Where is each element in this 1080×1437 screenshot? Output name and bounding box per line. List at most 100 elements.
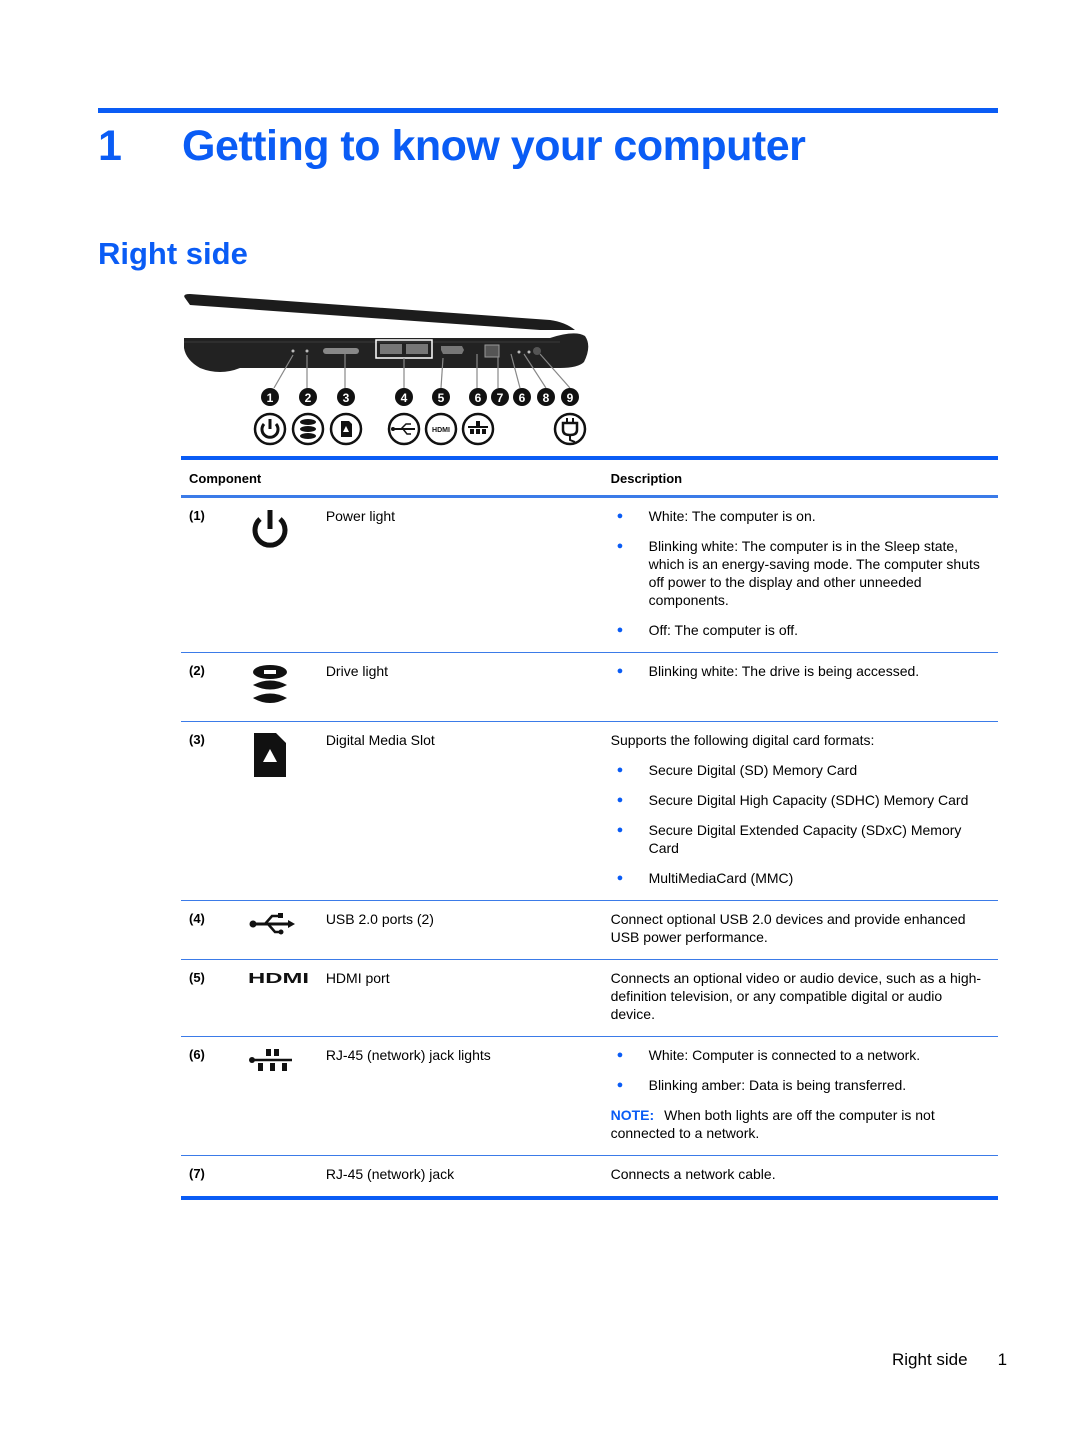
bullet-text: Secure Digital (SD) Memory Card bbox=[648, 762, 858, 778]
bullet-text: Secure Digital High Capacity (SDHC) Memo… bbox=[648, 792, 969, 808]
component-number: (4) bbox=[189, 911, 205, 926]
description-bullet: ● White: Computer is connected to a netwo… bbox=[611, 1046, 990, 1064]
svg-text:5: 5 bbox=[438, 391, 445, 405]
bullet-icon: ● bbox=[616, 872, 624, 884]
description-bullet: ● Secure Digital (SD) Memory Card bbox=[611, 761, 990, 779]
component-name: Digital Media Slot bbox=[325, 732, 435, 748]
bullet-icon: ● bbox=[616, 1049, 624, 1061]
svg-text:4: 4 bbox=[401, 391, 408, 405]
power-icon bbox=[248, 507, 292, 557]
bullet-icon: ● bbox=[616, 764, 624, 776]
component-icon-cell: HDMI bbox=[240, 960, 318, 1037]
component-description: Supports the following digital card form… bbox=[603, 722, 998, 901]
bullet-icon: ● bbox=[616, 1079, 624, 1091]
table-row: (4) USB 2.0 ports (2) Connect optional USB… bbox=[181, 901, 998, 960]
table-row: (7) RJ-45 (network) jack Connects a networ… bbox=[181, 1156, 998, 1199]
bullet-text: MultiMediaCard (MMC) bbox=[648, 870, 794, 886]
hdmi-icon: HDMI bbox=[248, 969, 310, 989]
component-name: HDMI port bbox=[325, 970, 390, 986]
component-icon-cell bbox=[240, 653, 318, 722]
svg-text:9: 9 bbox=[567, 391, 574, 405]
component-icon-cell bbox=[240, 1037, 318, 1156]
table-row: (3) Digital Media Slot Supports the follow… bbox=[181, 722, 998, 901]
callout-3: 3 bbox=[337, 388, 355, 406]
description-bullet: ● Blinking white: The drive is being acce… bbox=[611, 662, 990, 680]
description-bullet: ● Blinking amber: Data is being transferr… bbox=[611, 1076, 990, 1094]
callout-9: 9 bbox=[561, 388, 579, 406]
callout-badges: 1 2 3 4 5 6 7 6 8 9 bbox=[261, 388, 579, 406]
network-icon bbox=[248, 1046, 294, 1078]
description-bullet: ● White: The computer is on. bbox=[611, 507, 990, 525]
component-icon-cell bbox=[240, 901, 318, 960]
bullet-icon: ● bbox=[616, 665, 624, 677]
description-bullet: ● Off: The computer is off. bbox=[611, 621, 990, 639]
component-number: (7) bbox=[189, 1166, 205, 1181]
svg-text:8: 8 bbox=[543, 391, 550, 405]
usb-icon bbox=[248, 910, 296, 942]
svg-text:7: 7 bbox=[497, 391, 504, 405]
callout-6a: 6 bbox=[469, 388, 487, 406]
component-name: Drive light bbox=[325, 663, 389, 679]
component-description: ● White: Computer is connected to a netwo… bbox=[603, 1037, 998, 1156]
note-label: NOTE: bbox=[610, 1107, 655, 1123]
component-number: (3) bbox=[189, 732, 205, 747]
header-description: Description bbox=[610, 471, 683, 486]
footer-section: Right side bbox=[892, 1350, 968, 1369]
bullet-text: Blinking white: The computer is in the S… bbox=[648, 538, 980, 608]
component-table: Component Description (1) Power light ● Whi… bbox=[181, 456, 998, 1200]
callout-6b: 6 bbox=[513, 388, 531, 406]
svg-text:6: 6 bbox=[519, 391, 526, 405]
description-text: Connects a network cable. bbox=[610, 1166, 776, 1182]
component-number: (6) bbox=[189, 1047, 205, 1062]
note: NOTE: When both lights are off the comput… bbox=[611, 1106, 990, 1142]
svg-text:1: 1 bbox=[267, 391, 274, 405]
description-text: Supports the following digital card form… bbox=[610, 732, 875, 748]
chapter-rule bbox=[98, 108, 998, 113]
component-name: Power light bbox=[325, 508, 396, 524]
description-bullet: ● Secure Digital High Capacity (SDHC) Mem… bbox=[611, 791, 990, 809]
drive-icon bbox=[248, 662, 292, 712]
component-icon-cell bbox=[240, 722, 318, 901]
component-icon-cell bbox=[240, 497, 318, 653]
bullet-text: Off: The computer is off. bbox=[648, 622, 799, 638]
component-description: ● White: The computer is on. ● Blinking whi… bbox=[603, 497, 998, 653]
laptop-right-side-illustration: 1 2 3 4 5 6 7 6 8 9 HDMI bbox=[184, 294, 589, 446]
callout-7: 7 bbox=[491, 388, 509, 406]
bullet-icon: ● bbox=[616, 540, 624, 552]
svg-text:6: 6 bbox=[475, 391, 482, 405]
bullet-icon: ● bbox=[616, 824, 624, 836]
component-description: Connects an optional video or audio devi… bbox=[603, 960, 998, 1037]
table-row: (5) HDMI HDMI port Connects an optional vid… bbox=[181, 960, 998, 1037]
component-description: Connect optional USB 2.0 devices and pro… bbox=[603, 901, 998, 960]
svg-text:HDMI: HDMI bbox=[248, 970, 309, 985]
chapter-title: Getting to know your computer bbox=[182, 122, 806, 170]
sd-card-icon bbox=[248, 731, 292, 783]
svg-text:HDMI: HDMI bbox=[432, 427, 450, 434]
component-number: (5) bbox=[189, 970, 205, 985]
chapter-heading: 1 Getting to know your computer bbox=[98, 122, 806, 171]
table-row: (1) Power light ● White: The computer is on… bbox=[181, 497, 998, 653]
table-row: (6) RJ-45 (network) jack lights ● White: Co… bbox=[181, 1037, 998, 1156]
bullet-text: Blinking white: The drive is being acces… bbox=[648, 663, 920, 679]
bullet-icon: ● bbox=[616, 624, 624, 636]
component-name: USB 2.0 ports (2) bbox=[325, 911, 434, 927]
laptop-lid bbox=[184, 294, 575, 330]
svg-text:3: 3 bbox=[343, 391, 350, 405]
component-number: (1) bbox=[189, 508, 205, 523]
page-footer: Right side 1 bbox=[892, 1350, 1007, 1370]
description-text: Connects an optional video or audio devi… bbox=[610, 970, 982, 1022]
table-row: (2) Drive light ● Blinking white: The drive… bbox=[181, 653, 998, 722]
page-number: 1 bbox=[997, 1350, 1008, 1369]
header-component: Component bbox=[189, 471, 262, 486]
bullet-text: Secure Digital Extended Capacity (SDxC) … bbox=[648, 822, 962, 856]
callout-1: 1 bbox=[261, 388, 279, 406]
description-text: Connect optional USB 2.0 devices and pro… bbox=[610, 911, 966, 945]
component-name: RJ-45 (network) jack lights bbox=[325, 1047, 491, 1063]
bullet-text: White: Computer is connected to a networ… bbox=[648, 1047, 921, 1063]
bullet-text: White: The computer is on. bbox=[648, 508, 816, 524]
section-heading: Right side bbox=[98, 236, 248, 271]
component-description: ● Blinking white: The drive is being acce… bbox=[603, 653, 998, 722]
description-bullet: ● Secure Digital Extended Capacity (SDxC)… bbox=[611, 821, 990, 857]
component-icon-cell bbox=[240, 1156, 318, 1199]
note-text: When both lights are off the computer is… bbox=[610, 1107, 935, 1141]
